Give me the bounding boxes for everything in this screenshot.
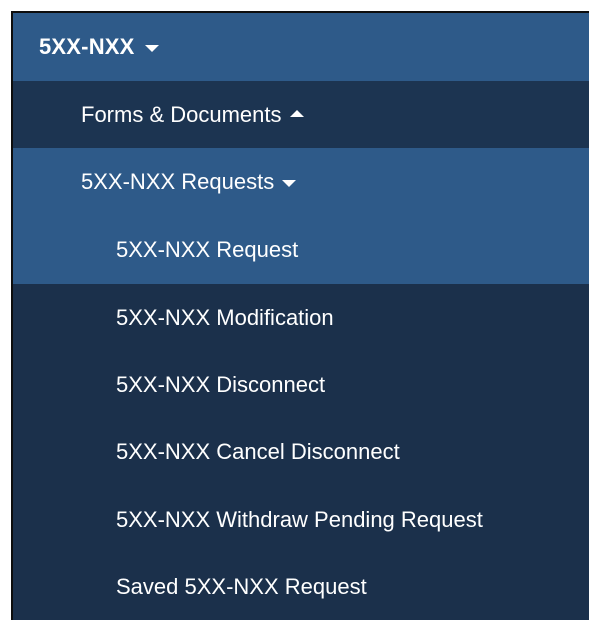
menu-top-label: 5XX-NXX xyxy=(39,34,135,59)
submenu-item-label: 5XX-NXX Request xyxy=(116,237,299,262)
nav-menu: 5XX-NXX Forms & Documents 5XX-NXX Reques… xyxy=(11,11,589,620)
submenu-item-withdraw-pending[interactable]: 5XX-NXX Withdraw Pending Request xyxy=(13,486,589,554)
submenu-item-label: 5XX-NXX Disconnect xyxy=(116,372,326,397)
caret-down-icon xyxy=(282,180,297,187)
menu-item-label: Forms & Documents xyxy=(81,101,282,127)
caret-up-icon xyxy=(289,109,304,117)
submenu-item-request[interactable]: 5XX-NXX Request xyxy=(13,216,589,284)
menu-item-label: 5XX-NXX Requests xyxy=(81,169,275,194)
submenu-item-label: 5XX-NXX Withdraw Pending Request xyxy=(116,507,483,532)
submenu-item-cancel-disconnect[interactable]: 5XX-NXX Cancel Disconnect xyxy=(13,418,589,486)
caret-down-icon xyxy=(144,45,159,52)
submenu-item-disconnect[interactable]: 5XX-NXX Disconnect xyxy=(13,352,589,418)
menu-top-5xx-nxx[interactable]: 5XX-NXX xyxy=(13,13,589,81)
menu-item-forms-documents[interactable]: Forms & Documents xyxy=(13,81,589,148)
submenu-item-label: Saved 5XX-NXX Request xyxy=(116,574,367,599)
submenu-item-saved-request[interactable]: Saved 5XX-NXX Request xyxy=(13,554,589,620)
menu-item-requests[interactable]: 5XX-NXX Requests xyxy=(13,148,589,216)
submenu-item-label: 5XX-NXX Modification xyxy=(116,305,334,330)
submenu-item-label: 5XX-NXX Cancel Disconnect xyxy=(116,439,400,464)
submenu-item-modification[interactable]: 5XX-NXX Modification xyxy=(13,284,589,352)
